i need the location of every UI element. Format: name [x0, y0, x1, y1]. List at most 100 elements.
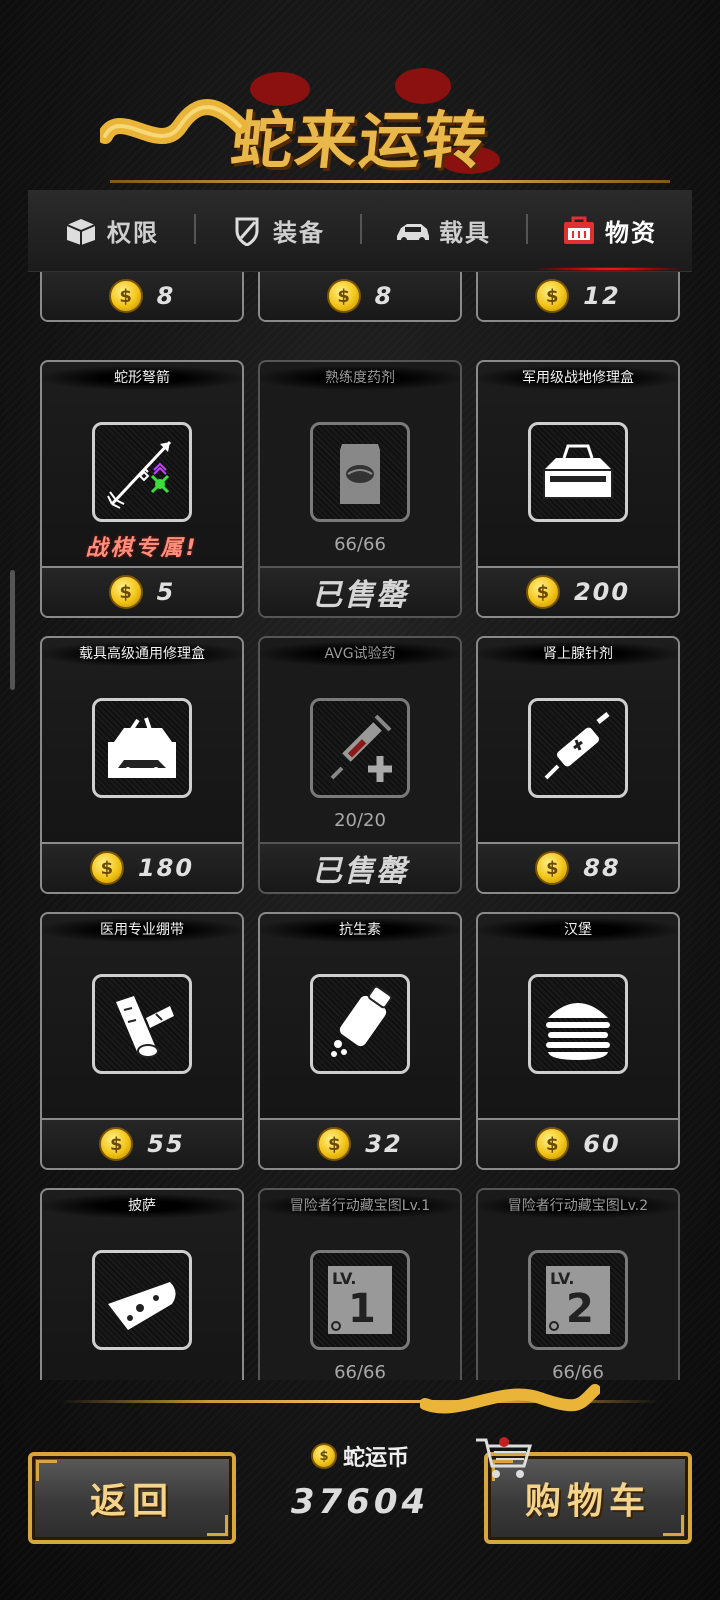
item-name: 熟练度药剂 [260, 366, 460, 390]
currency-label: 蛇运币 [342, 1446, 409, 1471]
item-price: 32 [365, 1130, 403, 1158]
treasure-map-lv1-icon: LV. 1 [328, 1266, 392, 1334]
scrollbar[interactable] [10, 570, 15, 690]
price-bar: $ 55 [42, 1118, 242, 1168]
treasure-map-lv2-icon: LV. 2 [546, 1266, 610, 1334]
map-level-number: 1 [348, 1286, 376, 1332]
shop-item-card[interactable]: 载具高级通用修理盒 $ 180 [40, 636, 244, 894]
item-price: 5 [156, 578, 176, 606]
shield-icon [235, 217, 259, 246]
item-icon-frame [310, 698, 410, 798]
sold-out-label: 已售罄 [312, 578, 408, 613]
pill-bottle-icon [331, 985, 393, 1057]
item-icon-frame: LV. 2 [528, 1250, 628, 1350]
coin-icon: $ [108, 575, 143, 609]
item-name: 载具高级通用修理盒 [42, 642, 242, 666]
sold-out-label: 已售罄 [312, 854, 408, 889]
item-grid[interactable]: $ 8 $ 8 $ 12 蛇形弩箭 战棋专属! $ 5 熟练度药剂 66/66 … [28, 272, 692, 1380]
tab-label: 装备 [273, 219, 325, 247]
item-icon-frame [92, 974, 192, 1074]
burger-icon [546, 1003, 610, 1060]
item-price: 60 [583, 1130, 621, 1158]
coin-icon: $ [99, 1127, 134, 1161]
item-price: 8 [374, 282, 394, 310]
item-icon-frame [310, 974, 410, 1074]
event-title: 蛇来运转 [227, 104, 492, 177]
pizza-icon [108, 1282, 176, 1330]
shop-item-card[interactable]: 熟练度药剂 66/66 已售罄 [258, 360, 462, 618]
item-name: AVG试验药 [260, 642, 460, 666]
shop-item-card[interactable]: 冒险者行动藏宝图Lv.2 LV. 2 66/66 [476, 1188, 680, 1380]
shop-item-card[interactable]: $ 12 [476, 272, 680, 322]
item-price: 55 [147, 1130, 185, 1158]
crossbow-arrow-icon [107, 440, 172, 509]
back-button[interactable]: 返回 [28, 1452, 236, 1544]
item-name: 医用专业绷带 [42, 918, 242, 942]
coin-icon: $ [326, 279, 361, 313]
shop-item-card[interactable]: 抗生素 $ 32 [258, 912, 462, 1170]
potion-bag-icon [340, 444, 380, 504]
tab-vehicles[interactable]: 载具 [360, 190, 526, 271]
item-icon-frame [528, 422, 628, 522]
shop-item-card[interactable]: 披萨 [40, 1188, 244, 1380]
item-price: 8 [156, 282, 176, 310]
shop-item-card[interactable]: 肾上腺针剂 $ 88 [476, 636, 680, 894]
tab-label: 载具 [439, 219, 491, 247]
tab-permissions[interactable]: 权限 [28, 190, 194, 271]
shopping-cart-icon [476, 1437, 533, 1478]
coin-icon: $ [525, 575, 560, 609]
tab-label: 物资 [605, 219, 657, 247]
item-icon-frame [92, 1250, 192, 1350]
map-level-number: 2 [566, 1286, 594, 1332]
sold-out-bar: 已售罄 [260, 842, 460, 892]
bandage-icon [116, 996, 174, 1058]
price-bar: $ 32 [260, 1118, 460, 1168]
item-price: 200 [573, 578, 631, 606]
shop-item-card[interactable]: AVG试验药 20/20 已售罄 [258, 636, 462, 894]
item-name: 披萨 [42, 1194, 242, 1218]
coin-icon: $ [535, 851, 570, 885]
item-name: 肾上腺针剂 [478, 642, 678, 666]
price-bar: $ 88 [478, 842, 678, 892]
item-icon-frame: LV. 1 [310, 1250, 410, 1350]
item-price: 88 [583, 854, 621, 882]
shop-item-card[interactable]: 军用级战地修理盒 $ 200 [476, 360, 680, 618]
coin-icon: $ [89, 851, 124, 885]
shop-item-card[interactable]: 医用专业绷带 $ 55 [40, 912, 244, 1170]
back-button-label: 返回 [89, 1481, 174, 1522]
coin-icon: $ [317, 1127, 352, 1161]
item-name: 军用级战地修理盒 [478, 366, 678, 390]
item-name: 冒险者行动藏宝图Lv.1 [260, 1194, 460, 1218]
syringe-icon [330, 714, 392, 782]
item-icon-frame [528, 698, 628, 798]
shop-item-card[interactable]: 蛇形弩箭 战棋专属! $ 5 [40, 360, 244, 618]
item-icon-frame [310, 422, 410, 522]
crate-icon [564, 216, 594, 244]
item-price: 12 [583, 282, 621, 310]
price-bar: $ 60 [478, 1118, 678, 1168]
exclusive-tag: 战棋专属! [85, 536, 199, 561]
currency-amount: 37604 [290, 1482, 430, 1522]
shop-item-card[interactable]: $ 8 [258, 272, 462, 322]
injector-icon [544, 712, 610, 780]
coin-icon: $ [310, 1443, 337, 1469]
item-name: 汉堡 [478, 918, 678, 942]
price-bar: $ 180 [42, 842, 242, 892]
currency-label-row: $ 蛇运币 [250, 1440, 470, 1472]
tab-supplies[interactable]: 物资 [526, 190, 692, 271]
stock-count: 20/20 [334, 810, 386, 831]
tab-equipment[interactable]: 装备 [194, 190, 360, 271]
tab-label: 权限 [107, 219, 159, 247]
item-icon-frame [92, 698, 192, 798]
title-underline [110, 180, 670, 183]
golden-snake-icon [420, 1384, 600, 1414]
item-name: 抗生素 [260, 918, 460, 942]
shop-item-card[interactable]: 冒险者行动藏宝图Lv.1 LV. 1 66/66 [258, 1188, 462, 1380]
shop-item-card[interactable]: 汉堡 $ 60 [476, 912, 680, 1170]
item-name: 蛇形弩箭 [42, 366, 242, 390]
currency-display: $ 蛇运币 37604 [250, 1440, 470, 1540]
golden-snake-icon [100, 99, 248, 144]
item-icon-frame [528, 974, 628, 1074]
shop-item-card[interactable]: $ 8 [40, 272, 244, 322]
toolbox-icon [543, 444, 613, 499]
